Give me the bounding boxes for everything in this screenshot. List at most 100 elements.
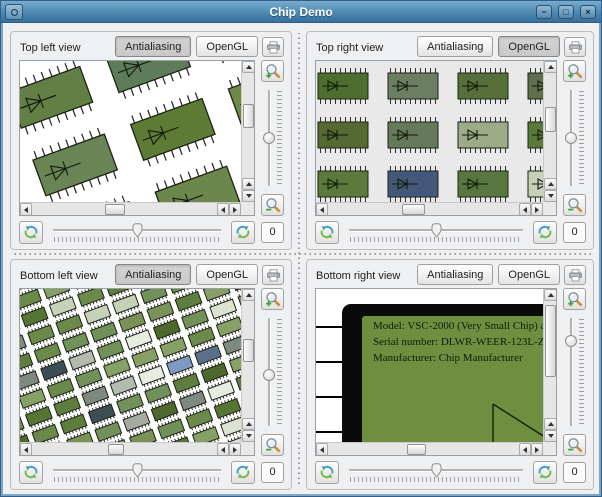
opengl-toggle-button[interactable]: OpenGL	[196, 36, 258, 57]
scroll-right-button[interactable]	[531, 203, 543, 215]
graphics-view[interactable]	[315, 60, 557, 216]
scroll-left-button[interactable]	[20, 203, 32, 215]
opengl-toggle-button[interactable]: OpenGL	[498, 264, 560, 285]
zoom-out-button[interactable]	[563, 434, 586, 456]
zoom-slider-handle[interactable]	[565, 132, 577, 144]
horizontal-scrollbar[interactable]	[20, 442, 241, 455]
scroll-down-button[interactable]	[242, 430, 254, 442]
scroll-left-button-end[interactable]	[217, 443, 229, 455]
vertical-scrollbar[interactable]	[241, 61, 254, 202]
horizontal-scrollbar[interactable]	[316, 442, 543, 455]
horizontal-scrollbar[interactable]	[316, 202, 543, 215]
scroll-up-button[interactable]	[242, 289, 254, 301]
graphics-view[interactable]	[19, 60, 255, 216]
print-button[interactable]	[564, 265, 586, 285]
rotate-left-button[interactable]	[315, 460, 339, 484]
vertical-scrollbar[interactable]	[543, 289, 556, 442]
rotate-left-button[interactable]	[19, 460, 43, 484]
rotation-slider[interactable]	[347, 460, 525, 484]
antialiasing-toggle-button[interactable]: Antialiasing	[115, 36, 192, 57]
graphics-scene[interactable]	[316, 61, 543, 202]
scroll-down-button[interactable]	[544, 430, 556, 442]
rotation-slider-handle[interactable]	[132, 223, 143, 238]
rotate-left-button[interactable]	[19, 220, 43, 244]
zoom-slider[interactable]	[260, 88, 285, 188]
graphics-view[interactable]: Model: VSC-2000 (Very Small Chip) at 9 Se…	[315, 288, 557, 456]
antialiasing-toggle-button[interactable]: Antialiasing	[417, 36, 494, 57]
zoom-slider-handle[interactable]	[565, 335, 577, 348]
graphics-view[interactable]	[19, 288, 255, 456]
horizontal-scroll-thumb[interactable]	[107, 444, 125, 455]
vertical-scroll-thumb[interactable]	[545, 106, 556, 132]
vertical-scroll-thumb[interactable]	[545, 305, 556, 377]
rotation-slider-handle[interactable]	[431, 463, 442, 478]
zoom-slider[interactable]	[562, 88, 587, 188]
scroll-down-button[interactable]	[242, 190, 254, 202]
print-button[interactable]	[564, 37, 586, 57]
rotate-right-button[interactable]	[533, 220, 557, 244]
print-button[interactable]	[262, 37, 284, 57]
zoom-slider-handle[interactable]	[263, 368, 275, 381]
zoom-slider-handle[interactable]	[263, 132, 275, 144]
zoom-out-button[interactable]	[261, 434, 284, 456]
horizontal-scroll-thumb[interactable]	[104, 204, 125, 215]
zoom-in-button[interactable]	[563, 288, 586, 310]
rotation-slider[interactable]	[51, 220, 223, 244]
vertical-scrollbar[interactable]	[543, 61, 556, 202]
vertical-scroll-thumb[interactable]	[243, 338, 254, 362]
rotation-slider[interactable]	[347, 220, 525, 244]
zoom-in-button[interactable]	[563, 60, 586, 82]
scroll-up-button-bottom[interactable]	[544, 418, 556, 430]
opengl-toggle-button[interactable]: OpenGL	[196, 264, 258, 285]
scroll-right-button[interactable]	[229, 203, 241, 215]
horizontal-scroll-thumb[interactable]	[407, 444, 427, 455]
scroll-left-button-end[interactable]	[519, 443, 531, 455]
titlebar[interactable]: Chip Demo − □ ×	[1, 1, 601, 23]
scroll-up-button[interactable]	[544, 289, 556, 301]
rotation-slider-handle[interactable]	[132, 463, 143, 478]
antialiasing-toggle-button[interactable]: Antialiasing	[417, 264, 494, 285]
minimize-button[interactable]: −	[536, 5, 552, 19]
maximize-button[interactable]: □	[558, 5, 574, 19]
scroll-left-button-end[interactable]	[519, 203, 531, 215]
graphics-scene[interactable]	[20, 289, 241, 442]
zoom-slider[interactable]	[562, 316, 587, 428]
rotation-slider[interactable]	[51, 460, 223, 484]
zoom-in-button[interactable]	[261, 60, 284, 82]
rotation-value-spinbox[interactable]: 0	[261, 222, 284, 243]
antialiasing-toggle-button[interactable]: Antialiasing	[115, 264, 192, 285]
graphics-scene[interactable]	[20, 61, 241, 202]
scroll-left-button-end[interactable]	[217, 203, 229, 215]
scroll-right-button[interactable]	[229, 443, 241, 455]
zoom-slider[interactable]	[260, 316, 285, 428]
horizontal-splitter-handle[interactable]	[11, 253, 593, 255]
scroll-left-button[interactable]	[20, 443, 32, 455]
scroll-right-button[interactable]	[531, 443, 543, 455]
print-button[interactable]	[262, 265, 284, 285]
scroll-down-button[interactable]	[544, 190, 556, 202]
scroll-up-button[interactable]	[242, 61, 254, 73]
opengl-toggle-button[interactable]: OpenGL	[498, 36, 560, 57]
horizontal-scrollbar[interactable]	[20, 202, 241, 215]
close-button[interactable]: ×	[580, 5, 596, 19]
vertical-splitter-handle[interactable]	[298, 33, 300, 487]
rotation-slider-handle[interactable]	[431, 223, 442, 238]
horizontal-scroll-thumb[interactable]	[402, 204, 425, 215]
rotate-right-button[interactable]	[533, 460, 557, 484]
zoom-out-button[interactable]	[563, 194, 586, 216]
scroll-left-button[interactable]	[316, 203, 328, 215]
rotation-value-spinbox[interactable]: 0	[563, 462, 586, 483]
vertical-scrollbar[interactable]	[241, 289, 254, 442]
zoom-out-button[interactable]	[261, 194, 284, 216]
rotate-right-button[interactable]	[231, 220, 255, 244]
rotate-left-button[interactable]	[315, 220, 339, 244]
graphics-scene[interactable]: Model: VSC-2000 (Very Small Chip) at 9 Se…	[316, 289, 543, 442]
rotate-right-button[interactable]	[231, 460, 255, 484]
scroll-up-button[interactable]	[544, 61, 556, 73]
rotation-value-spinbox[interactable]: 0	[563, 222, 586, 243]
scroll-up-button-bottom[interactable]	[544, 178, 556, 190]
scroll-left-button[interactable]	[316, 443, 328, 455]
rotation-value-spinbox[interactable]: 0	[261, 462, 284, 483]
zoom-in-button[interactable]	[261, 288, 284, 310]
scroll-up-button-bottom[interactable]	[242, 418, 254, 430]
